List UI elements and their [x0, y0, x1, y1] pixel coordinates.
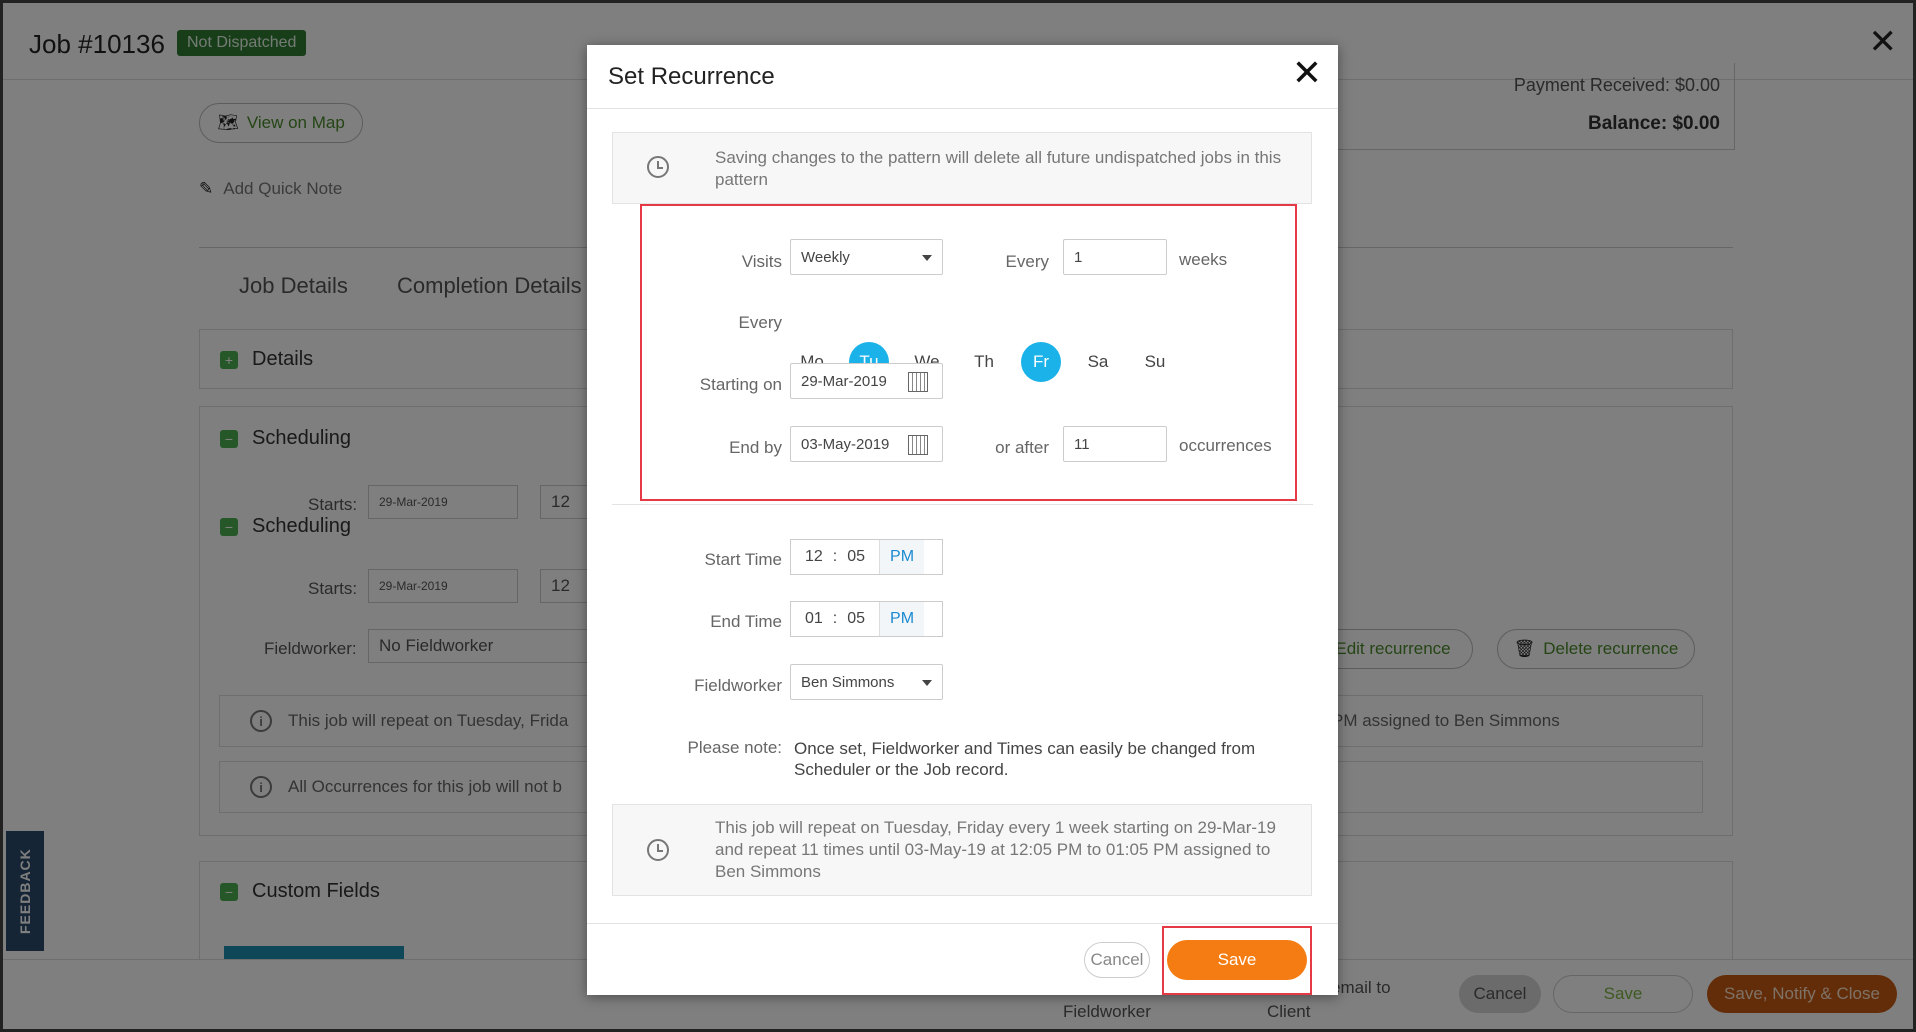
window-frame — [0, 0, 1916, 1032]
